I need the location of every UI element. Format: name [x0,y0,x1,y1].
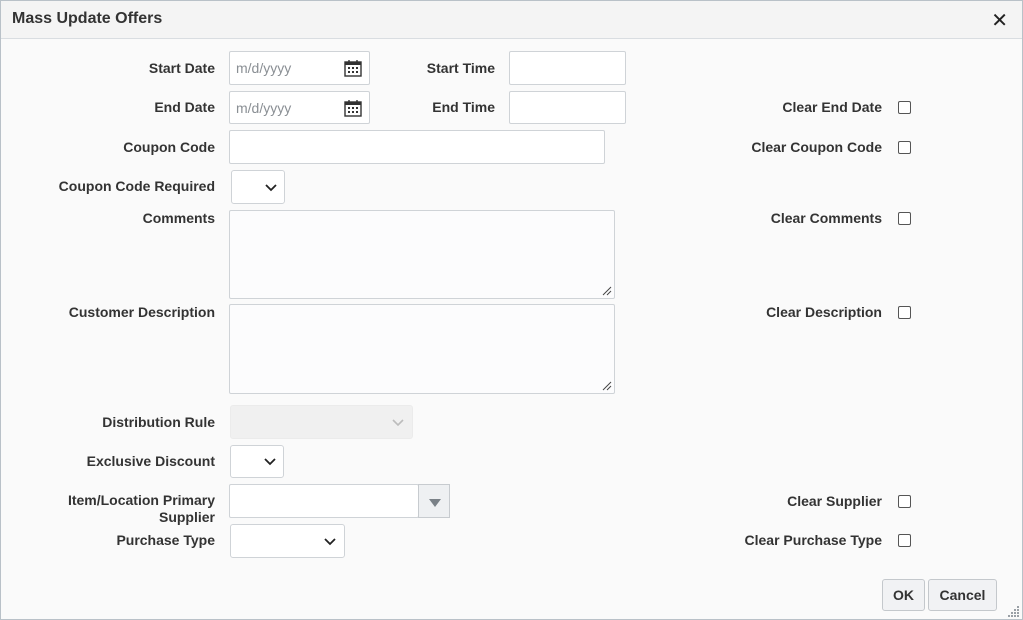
cancel-button[interactable]: Cancel [928,579,997,611]
primary-supplier-dropdown-button[interactable] [418,484,450,518]
coupon-code-field[interactable] [229,130,605,164]
mass-update-offers-dialog: Mass Update Offers ✕ Start Date Start Ti… [0,0,1023,620]
start-time-field[interactable] [509,51,626,85]
clear-coupon-code-label: Clear Coupon Code [751,139,882,155]
comments-label: Comments [142,210,215,226]
clear-supplier-label: Clear Supplier [787,493,882,509]
clear-comments-label: Clear Comments [770,210,882,226]
end-date-field[interactable] [229,91,370,124]
exclusive-discount-select[interactable] [230,445,284,478]
customer-description-textarea[interactable] [229,304,615,394]
chevron-down-icon [264,458,276,466]
purchase-type-select[interactable] [230,524,345,558]
end-date-label: End Date [154,99,215,115]
clear-supplier-checkbox[interactable] [898,495,911,508]
clear-purchase-type-checkbox[interactable] [898,534,911,547]
distribution-rule-select [230,405,413,439]
chevron-down-icon [324,538,336,546]
clear-end-date-checkbox[interactable] [898,101,911,114]
coupon-code-required-label: Coupon Code Required [58,178,215,194]
end-time-field[interactable] [509,91,626,124]
start-time-input[interactable] [510,52,625,84]
clear-coupon-code-checkbox[interactable] [898,141,911,154]
primary-supplier-field[interactable] [229,484,419,518]
clear-comments-checkbox[interactable] [898,212,911,225]
chevron-down-icon [392,419,404,427]
purchase-type-label: Purchase Type [116,532,215,548]
end-time-input[interactable] [510,92,625,123]
dialog-titlebar: Mass Update Offers ✕ [1,1,1022,39]
resize-grip-icon[interactable] [602,381,612,391]
calendar-icon[interactable] [344,99,362,117]
customer-description-label: Customer Description [68,304,215,320]
end-time-label: End Time [432,99,495,115]
resize-grip-icon[interactable] [1008,605,1020,617]
distribution-rule-label: Distribution Rule [102,414,215,430]
coupon-code-input[interactable] [230,131,604,163]
chevron-down-icon [265,184,277,192]
start-date-field[interactable] [229,51,370,85]
primary-supplier-label: Item/Location Primary Supplier [67,492,215,525]
dropdown-triangle-icon [429,499,441,507]
coupon-code-label: Coupon Code [123,139,215,155]
exclusive-discount-label: Exclusive Discount [86,453,215,469]
dialog-title: Mass Update Offers [12,10,163,27]
primary-supplier-input[interactable] [230,485,418,517]
clear-end-date-label: Clear End Date [782,99,882,115]
clear-purchase-type-label: Clear Purchase Type [744,532,882,548]
calendar-icon[interactable] [344,59,362,77]
resize-grip-icon[interactable] [602,286,612,296]
close-icon[interactable]: ✕ [991,8,1008,32]
clear-description-label: Clear Description [766,304,882,320]
comments-textarea[interactable] [229,210,615,299]
coupon-code-required-select[interactable] [231,170,285,204]
start-time-label: Start Time [426,60,495,76]
ok-button[interactable]: OK [882,579,925,611]
clear-description-checkbox[interactable] [898,306,911,319]
start-date-label: Start Date [148,60,215,76]
